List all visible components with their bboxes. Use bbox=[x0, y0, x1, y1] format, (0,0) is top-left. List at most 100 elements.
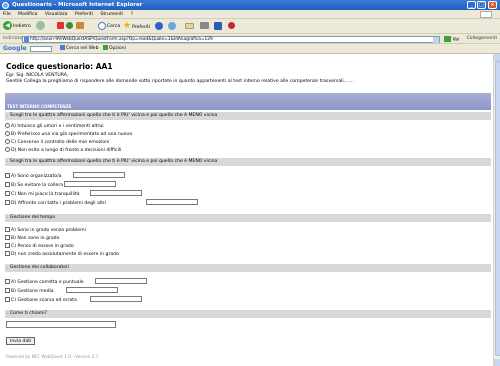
checkbox-option[interactable]: B) So evitare la collera bbox=[5, 182, 63, 188]
checkbox[interactable] bbox=[5, 200, 10, 205]
question-heading: . Come ti chiami? bbox=[5, 310, 491, 318]
forward-button[interactable] bbox=[36, 21, 46, 32]
word-icon bbox=[214, 21, 222, 30]
scroll-down-icon[interactable] bbox=[494, 359, 500, 366]
search-icon bbox=[98, 21, 106, 30]
scroll-up-icon[interactable] bbox=[494, 54, 500, 61]
checkbox-option[interactable]: A) Sono in grado senza problemi bbox=[5, 227, 86, 233]
window-titlebar: Questionario - Microsoft Internet Explor… bbox=[0, 0, 500, 10]
page-title: Codice questionario: AA1 bbox=[6, 62, 113, 71]
ie-logo-icon bbox=[2, 1, 9, 9]
window-title: Questionario - Microsoft Internet Explor… bbox=[12, 2, 143, 8]
forward-arrow-icon bbox=[36, 21, 45, 30]
text-input[interactable] bbox=[66, 287, 118, 293]
windows-logo-icon bbox=[480, 11, 492, 18]
radio-button[interactable] bbox=[5, 123, 10, 128]
checkbox-option[interactable]: B) Non sono in grado bbox=[5, 235, 59, 241]
favorites-button[interactable]: ★Preferiti bbox=[123, 21, 150, 32]
checkbox[interactable] bbox=[5, 191, 10, 196]
text-input[interactable] bbox=[64, 181, 116, 187]
text-input[interactable] bbox=[95, 278, 147, 284]
minimize-button[interactable]: _ bbox=[467, 1, 476, 9]
chevron-down-icon[interactable] bbox=[433, 36, 439, 43]
links-menu[interactable]: Collegamenti bbox=[467, 34, 497, 44]
menu-strumenti[interactable]: Strumenti bbox=[100, 12, 123, 17]
star-icon: ★ bbox=[123, 21, 132, 31]
edit-button[interactable] bbox=[214, 21, 223, 32]
radio-option[interactable]: A) Intuisco gli umori e i sentimenti alt… bbox=[5, 123, 104, 129]
google-search-input[interactable] bbox=[30, 46, 52, 52]
discuss-icon bbox=[228, 22, 235, 29]
radio-button[interactable] bbox=[5, 147, 10, 152]
question-heading: . Gestione del tempo bbox=[5, 214, 491, 222]
address-input[interactable]: http://anon-99/WebQuestASP/QuestForm.asp… bbox=[22, 35, 440, 43]
page-content: Codice questionario: AA1 Egr. Sig. NICOL… bbox=[0, 54, 493, 366]
print-button[interactable] bbox=[200, 21, 210, 32]
mail-button[interactable] bbox=[185, 21, 195, 32]
history-icon bbox=[168, 21, 176, 30]
name-input[interactable] bbox=[6, 321, 116, 328]
checkbox-option[interactable]: A) Sono organizzato/a bbox=[5, 173, 61, 179]
checkbox[interactable] bbox=[5, 279, 10, 284]
stop-button[interactable] bbox=[57, 21, 65, 32]
text-input[interactable] bbox=[90, 296, 142, 302]
vertical-scrollbar[interactable] bbox=[493, 54, 500, 366]
menu-help[interactable]: ? bbox=[131, 12, 133, 17]
menu-file[interactable]: File bbox=[3, 12, 11, 17]
home-button[interactable] bbox=[76, 21, 85, 32]
checkbox-option[interactable]: A) Gestione corretta e puntuale bbox=[5, 279, 84, 285]
checkbox-option[interactable]: D) non credo assolutamente di essere in … bbox=[5, 251, 119, 257]
discuss-button[interactable] bbox=[228, 21, 236, 32]
checkbox-option[interactable]: B) Gestione media bbox=[5, 288, 54, 294]
question-heading: . Scegli tra le quattro affermazioni que… bbox=[5, 158, 491, 166]
google-logo[interactable]: Google bbox=[3, 44, 27, 54]
checkbox[interactable] bbox=[5, 235, 10, 240]
back-arrow-icon: ◀ bbox=[3, 21, 12, 30]
text-input[interactable] bbox=[146, 199, 198, 205]
intro-text: Gentile Collega la preghiamo di risponde… bbox=[6, 78, 354, 84]
checkbox[interactable] bbox=[5, 173, 10, 178]
checkbox[interactable] bbox=[5, 227, 10, 232]
checkbox[interactable] bbox=[5, 243, 10, 248]
stop-icon bbox=[57, 22, 64, 29]
checkbox-option[interactable]: C) Gestione scarsa ed errata bbox=[5, 297, 77, 303]
maximize-button[interactable]: □ bbox=[477, 1, 486, 9]
menu-modifica[interactable]: Modifica bbox=[18, 12, 37, 17]
menu-visualizza[interactable]: Visualizza bbox=[45, 12, 68, 17]
radio-option[interactable]: B) Preferisco una via già sperimentata a… bbox=[5, 131, 132, 137]
radio-option[interactable]: D) Non esito a lungo di fronte a decisio… bbox=[5, 147, 121, 153]
refresh-button[interactable] bbox=[66, 21, 74, 32]
text-input[interactable] bbox=[73, 172, 125, 178]
history-button[interactable] bbox=[168, 21, 177, 32]
toolbar: ◀ Indietro Cerca ★Preferiti bbox=[0, 19, 500, 34]
scroll-thumb[interactable] bbox=[494, 61, 500, 356]
checkbox[interactable] bbox=[5, 288, 10, 293]
checkbox[interactable] bbox=[5, 182, 10, 187]
address-url: http://anon-99/WebQuestASP/QuestForm.asp… bbox=[30, 36, 213, 42]
close-button[interactable]: × bbox=[488, 1, 497, 9]
page-intro: Egr. Sig. NICOLA VENTURA, Gentile Colleg… bbox=[6, 73, 354, 84]
address-bar: Indirizzo http://anon-99/WebQuestASP/Que… bbox=[0, 34, 500, 44]
menu-preferiti[interactable]: Preferiti bbox=[75, 12, 93, 17]
google-search-web-button[interactable]: Cerca nel Web bbox=[60, 44, 98, 54]
radio-button[interactable] bbox=[5, 131, 10, 136]
checkbox-option[interactable]: C) Non mi piace la tranquillità bbox=[5, 191, 80, 197]
checkbox[interactable] bbox=[5, 297, 10, 302]
go-button[interactable]: Vai bbox=[444, 35, 459, 43]
section-title: TEST INTERNO COMPETENZE bbox=[7, 104, 72, 109]
radio-option[interactable]: C) Conservo il controllo delle mie emozi… bbox=[5, 139, 109, 145]
checkbox-option[interactable]: D) Affronto con tatto i problemi degli a… bbox=[5, 200, 106, 206]
question-heading: . Scegli tra le quattro affermazioni que… bbox=[5, 112, 491, 120]
checkbox-option[interactable]: C) Penso di essere in grado bbox=[5, 243, 74, 249]
mail-icon bbox=[185, 22, 194, 29]
printer-icon bbox=[200, 22, 209, 29]
checkbox[interactable] bbox=[5, 251, 10, 256]
text-input[interactable] bbox=[90, 190, 142, 196]
media-button[interactable] bbox=[155, 21, 164, 32]
back-button[interactable]: ◀ Indietro bbox=[3, 21, 31, 32]
page-icon bbox=[24, 37, 29, 42]
radio-button[interactable] bbox=[5, 139, 10, 144]
search-button[interactable]: Cerca bbox=[98, 21, 120, 32]
google-options-button[interactable]: Opzioni bbox=[103, 44, 126, 54]
submit-button[interactable]: Invia dati bbox=[6, 337, 36, 345]
